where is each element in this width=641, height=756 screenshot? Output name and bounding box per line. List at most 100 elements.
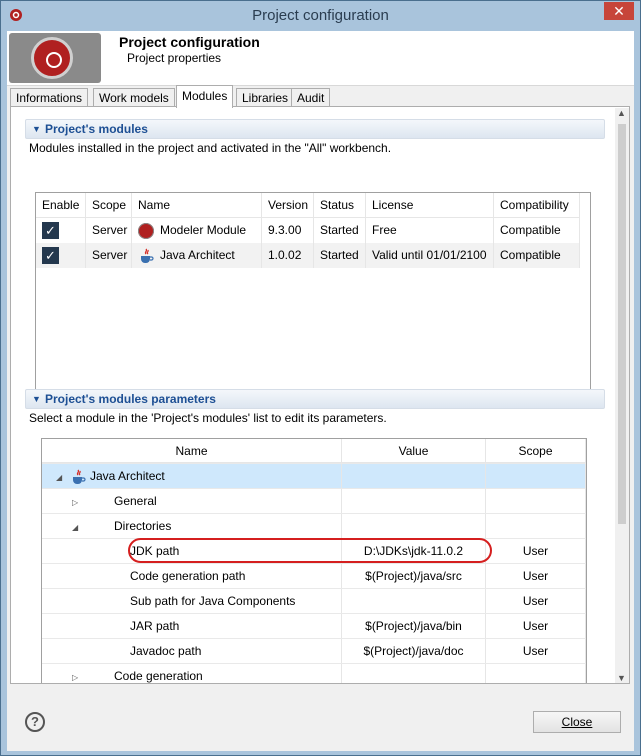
enable-checkbox[interactable]: ✓	[42, 247, 59, 264]
tab-modules[interactable]: Modules	[176, 85, 234, 108]
name-cell: Sub path for Java Components	[42, 589, 342, 613]
dialog-window: Project configuration ✕ Project configur…	[0, 0, 641, 756]
tab-work-models[interactable]: Work models	[93, 88, 175, 107]
header-title: Project configuration	[119, 34, 260, 50]
tree-row[interactable]: ◢ Directories	[42, 514, 586, 539]
scope-cell	[486, 514, 586, 538]
tree-row[interactable]: Code generation path $(Project)/java/src…	[42, 564, 586, 589]
module-name: Modeler Module	[160, 223, 247, 237]
tree-row[interactable]: Sub path for Java Components User	[42, 589, 586, 614]
tree-header-row: Name Value Scope	[42, 439, 586, 464]
column-header-scope[interactable]: Scope	[86, 193, 132, 218]
scrollbar-thumb[interactable]	[618, 124, 626, 524]
tree-row[interactable]: ◢ Java Architect	[42, 464, 586, 489]
params-section-header[interactable]: ▼ Project's modules parameters	[25, 389, 605, 409]
name-cell: ◢ Directories	[42, 514, 342, 538]
java-icon	[73, 469, 86, 484]
row-label: Code generation	[114, 669, 203, 683]
tab-audit[interactable]: Audit	[291, 88, 331, 107]
dialog-footer: ? Close	[7, 684, 634, 751]
tree-row[interactable]: JDK path D:\JDKs\jdk-11.0.2 User	[42, 539, 586, 564]
collapse-icon[interactable]: ▼	[32, 394, 41, 404]
value-cell	[342, 464, 486, 488]
value-cell	[342, 514, 486, 538]
params-section-description: Select a module in the 'Project's module…	[29, 411, 387, 425]
version-cell: 1.0.02	[262, 243, 314, 268]
compatibility-cell: Compatible	[494, 243, 580, 268]
compatibility-cell: Compatible	[494, 218, 580, 243]
table-row[interactable]: ✓ Server Modeler Module 9.3.00 Started F…	[36, 218, 580, 243]
value-cell[interactable]: $(Project)/java/bin	[342, 614, 486, 638]
tree-row[interactable]: Javadoc path $(Project)/java/doc User	[42, 639, 586, 664]
name-cell: Java Architect	[132, 243, 262, 268]
value-cell[interactable]: D:\JDKs\jdk-11.0.2	[342, 539, 486, 563]
column-header-name[interactable]: Name	[132, 193, 262, 218]
scroll-down-icon[interactable]: ▼	[617, 673, 626, 683]
collapsed-arrow-icon[interactable]: ▷	[72, 666, 114, 683]
name-cell: JAR path	[42, 614, 342, 638]
table-header-row: Enable Scope Name Version Status License…	[36, 193, 580, 218]
table-row[interactable]: ✓ Server Java Architect 1.0.02 Started V…	[36, 243, 580, 268]
scope-cell: Server	[86, 218, 132, 243]
scope-cell	[486, 664, 586, 683]
scope-cell[interactable]: User	[486, 564, 586, 588]
scope-cell[interactable]: User	[486, 539, 586, 563]
status-cell: Started	[314, 218, 366, 243]
license-cell: Valid until 01/01/2100	[366, 243, 494, 268]
title-bar[interactable]: Project configuration ✕	[1, 1, 640, 31]
modeler-module-icon	[138, 222, 154, 239]
name-cell: Javadoc path	[42, 639, 342, 663]
collapse-icon[interactable]: ▼	[32, 124, 41, 134]
scroll-up-icon[interactable]: ▲	[617, 108, 626, 118]
dialog-client: Project configuration Project properties…	[7, 31, 634, 751]
column-header-name[interactable]: Name	[42, 439, 342, 463]
column-header-license[interactable]: License	[366, 193, 494, 218]
java-icon	[141, 248, 154, 263]
enable-cell: ✓	[36, 218, 86, 243]
expanded-arrow-icon[interactable]: ◢	[72, 516, 114, 540]
column-header-compatibility[interactable]: Compatibility	[494, 193, 580, 218]
scope-cell	[486, 464, 586, 488]
window-title: Project configuration	[252, 7, 389, 24]
modules-section-header[interactable]: ▼ Project's modules	[25, 119, 605, 139]
version-cell: 9.3.00	[262, 218, 314, 243]
tree-row[interactable]: ▷ Code generation	[42, 664, 586, 683]
scope-cell[interactable]: User	[486, 614, 586, 638]
name-cell: Modeler Module	[132, 218, 262, 243]
dialog-header: Project configuration Project properties	[7, 31, 634, 86]
scope-cell	[486, 489, 586, 513]
value-cell[interactable]	[342, 589, 486, 613]
help-icon[interactable]: ?	[25, 712, 45, 732]
column-header-version[interactable]: Version	[262, 193, 314, 218]
enable-checkbox[interactable]: ✓	[42, 222, 59, 239]
name-cell: ◢ Java Architect	[42, 464, 342, 488]
row-label: General	[114, 494, 157, 508]
tree-row[interactable]: JAR path $(Project)/java/bin User	[42, 614, 586, 639]
column-header-scope[interactable]: Scope	[486, 439, 586, 463]
params-section-title: Project's modules parameters	[45, 392, 216, 406]
name-cell: Code generation path	[42, 564, 342, 588]
scope-cell[interactable]: User	[486, 639, 586, 663]
vertical-scrollbar[interactable]: ▲ ▼	[615, 108, 629, 683]
row-label: Directories	[114, 519, 172, 533]
tree-row[interactable]: ▷ General	[42, 489, 586, 514]
column-header-value[interactable]: Value	[342, 439, 486, 463]
header-subtitle: Project properties	[127, 51, 222, 65]
value-cell[interactable]: $(Project)/java/doc	[342, 639, 486, 663]
tab-informations[interactable]: Informations	[10, 88, 89, 107]
close-button[interactable]: Close	[533, 711, 621, 733]
expanded-arrow-icon[interactable]: ◢	[56, 466, 70, 490]
column-header-status[interactable]: Status	[314, 193, 366, 218]
tab-libraries[interactable]: Libraries	[236, 88, 295, 107]
parameters-tree-table: Name Value Scope ◢ Java Architect ▷ Genera…	[41, 438, 587, 683]
window-close-button[interactable]: ✕	[604, 2, 634, 20]
scope-cell[interactable]: User	[486, 589, 586, 613]
column-header-enable[interactable]: Enable	[36, 193, 86, 218]
scope-cell: Server	[86, 243, 132, 268]
collapsed-arrow-icon[interactable]: ▷	[72, 491, 114, 515]
modules-tab-page: ▼ Project's modules Modules installed in…	[10, 106, 630, 684]
row-label: Java Architect	[90, 469, 165, 483]
value-cell[interactable]: $(Project)/java/src	[342, 564, 486, 588]
modules-section-title: Project's modules	[45, 122, 148, 136]
logo-icon	[9, 33, 101, 83]
